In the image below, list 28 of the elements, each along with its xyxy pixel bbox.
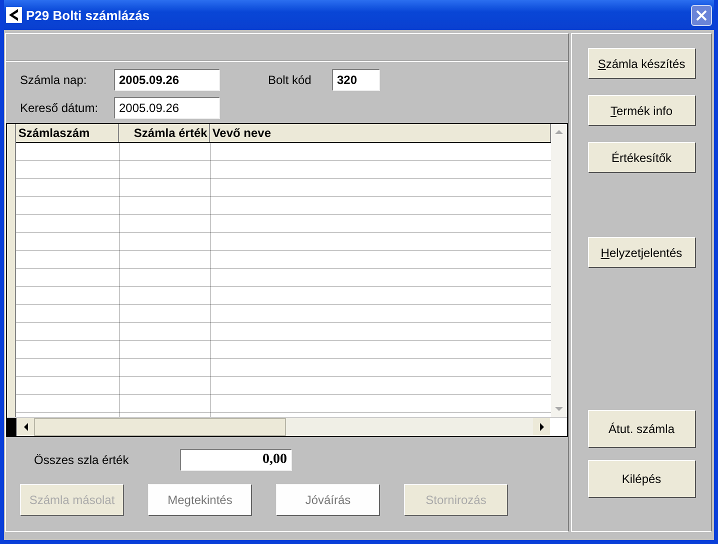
field-label: Számla nap: [20,73,88,87]
down-arrow-icon [555,405,564,413]
action-button[interactable]: Megtekintés [148,484,252,516]
close-button[interactable] [691,4,712,26]
field-label: Kereső dátum: [20,101,100,115]
column-header[interactable]: Számlaszám [16,124,120,142]
up-arrow-icon [555,128,564,136]
side-button[interactable]: Számla készítés [588,48,696,79]
side-button[interactable]: Termék info [588,95,696,126]
horizontal-scrollbar[interactable] [7,417,567,436]
vertical-scrollbar[interactable] [551,124,567,417]
side-button[interactable]: Helyzetjelentés [588,237,696,268]
field-label: Bolt kód [268,73,312,87]
code-field[interactable]: 320 [332,69,380,91]
app-logo-icon [6,7,22,23]
right-arrow-icon [538,422,546,430]
date-field[interactable]: 2005.09.26 [114,97,220,119]
column-header[interactable]: Számla érték [119,124,210,142]
date-field[interactable]: 2005.09.26 [114,69,220,91]
total-field[interactable]: 0,00 [180,449,292,471]
total-label: Összes szla érték [33,453,130,467]
side-button[interactable]: Kilépés [588,460,696,498]
action-button[interactable]: Jóváírás [276,484,380,516]
window-title: P29 Bolti számlázás [26,8,151,22]
left-arrow-icon [22,422,30,430]
side-button[interactable]: Átut. számla [588,410,696,448]
side-button[interactable]: Értékesítők [588,142,696,173]
close-icon [696,10,707,20]
